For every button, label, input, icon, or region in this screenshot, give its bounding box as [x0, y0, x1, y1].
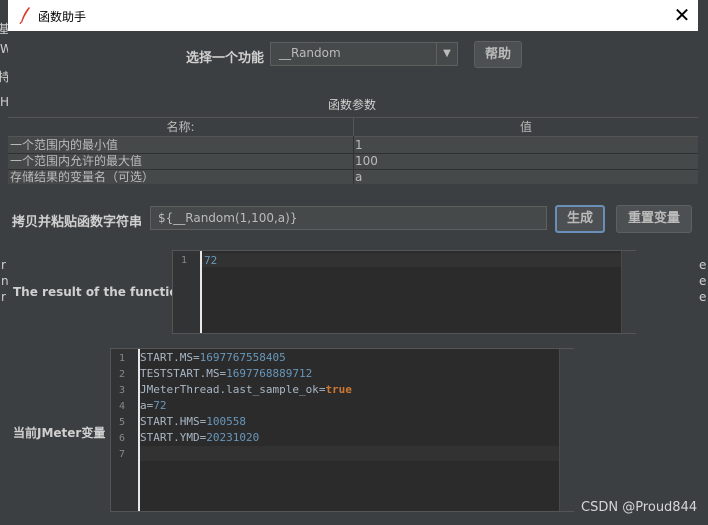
- bg-fragment: r: [1, 290, 6, 304]
- function-select-value: __Random: [279, 46, 341, 60]
- background-app-left: 基 W 持 H r n r: [0, 0, 12, 525]
- var-value: 100558: [206, 415, 246, 428]
- var-key: TESTSTART.MS: [140, 367, 220, 380]
- code-line: START.YMD=20231020: [140, 430, 259, 444]
- line-number: 1: [118, 353, 125, 364]
- code-line: TESTSTART.MS=1697768889712: [140, 366, 312, 380]
- var-value: 72: [153, 399, 167, 412]
- jmeter-vars-label: 当前JMeter变量: [13, 426, 106, 440]
- function-helper-dialog: 函数助手 ✕ 选择一个功能 __Random ▼ 帮助 函数参数 名称: 值 一…: [8, 0, 698, 525]
- param-name: 一个范围内允许的最大值: [10, 154, 143, 168]
- result-editor[interactable]: 1 72: [172, 250, 636, 334]
- param-value[interactable]: a: [355, 169, 362, 185]
- line-number: 2: [118, 369, 125, 380]
- vars-scrollbar[interactable]: [559, 349, 574, 511]
- column-divider: [353, 136, 354, 184]
- function-string-value: ${__Random(1,100,a)}: [158, 211, 298, 225]
- code-line: START.MS=1697767558405: [140, 350, 286, 364]
- column-header-value: 值: [354, 118, 698, 137]
- line-number: 5: [118, 417, 125, 428]
- copy-string-label: 拷贝并粘贴函数字符串: [12, 215, 143, 230]
- line-number: 1: [180, 255, 187, 266]
- param-value[interactable]: 1: [355, 137, 363, 153]
- reset-variables-button[interactable]: 重置变量: [616, 205, 692, 233]
- var-equals: =: [192, 351, 200, 364]
- current-line-highlight: [140, 446, 559, 461]
- param-name: 存储结果的变量名（可选）: [10, 170, 155, 184]
- param-value[interactable]: 100: [355, 153, 378, 169]
- close-button[interactable]: ✕: [670, 4, 694, 28]
- dialog-title: 函数助手: [38, 10, 87, 24]
- params-section-title: 函数参数: [328, 98, 377, 112]
- bg-fragment: e: [699, 258, 707, 272]
- line-number: 6: [118, 433, 125, 444]
- current-line-highlight: [202, 253, 621, 267]
- function-select-label: 选择一个功能: [186, 51, 265, 66]
- var-value: 1697767558405: [199, 351, 286, 364]
- generate-button[interactable]: 生成: [555, 205, 605, 233]
- line-number: 4: [118, 401, 125, 412]
- help-button[interactable]: 帮助: [474, 41, 522, 68]
- code-line: START.HMS=100558: [140, 414, 246, 428]
- params-table: 名称: 值 一个范围内的最小值 1 一个范围内允许的最大值 100 存储结果的变…: [8, 117, 698, 184]
- result-value: 72: [204, 254, 218, 267]
- code-line: JMeterThread.last_sample_ok=true: [140, 382, 352, 396]
- chevron-down-icon[interactable]: ▼: [436, 43, 457, 65]
- column-header-name: 名称:: [8, 118, 354, 137]
- var-value: 20231020: [206, 431, 260, 444]
- var-key: JMeterThread.last_sample_ok: [140, 383, 319, 396]
- jmeter-vars-editor[interactable]: 1 2 3 4 5 6 7 START.MS=1697767558405 TES…: [110, 348, 574, 512]
- result-scrollbar[interactable]: [621, 251, 636, 333]
- close-icon: ✕: [673, 3, 691, 27]
- bg-fragment: e: [699, 274, 707, 288]
- var-key: START.MS: [140, 351, 193, 364]
- var-key: START.YMD: [140, 431, 200, 444]
- var-value: true: [325, 383, 352, 396]
- bg-fragment: r: [1, 258, 6, 272]
- line-number: 7: [118, 449, 125, 460]
- var-key: a: [140, 399, 147, 412]
- code-line: a=72: [140, 398, 167, 412]
- watermark-text: CSDN @Proud844: [581, 500, 698, 515]
- function-select[interactable]: __Random ▼: [270, 42, 458, 66]
- jmeter-feather-icon: [19, 7, 30, 24]
- function-string-field[interactable]: ${__Random(1,100,a)}: [150, 206, 547, 230]
- var-key: START.HMS: [140, 415, 200, 428]
- line-number: 3: [118, 385, 125, 396]
- var-value: 1697768889712: [226, 367, 313, 380]
- background-app-right: e e e: [698, 0, 708, 525]
- bg-fragment: e: [699, 290, 707, 304]
- param-name: 一个范围内的最小值: [10, 138, 119, 152]
- title-bar: 函数助手 ✕: [8, 0, 698, 31]
